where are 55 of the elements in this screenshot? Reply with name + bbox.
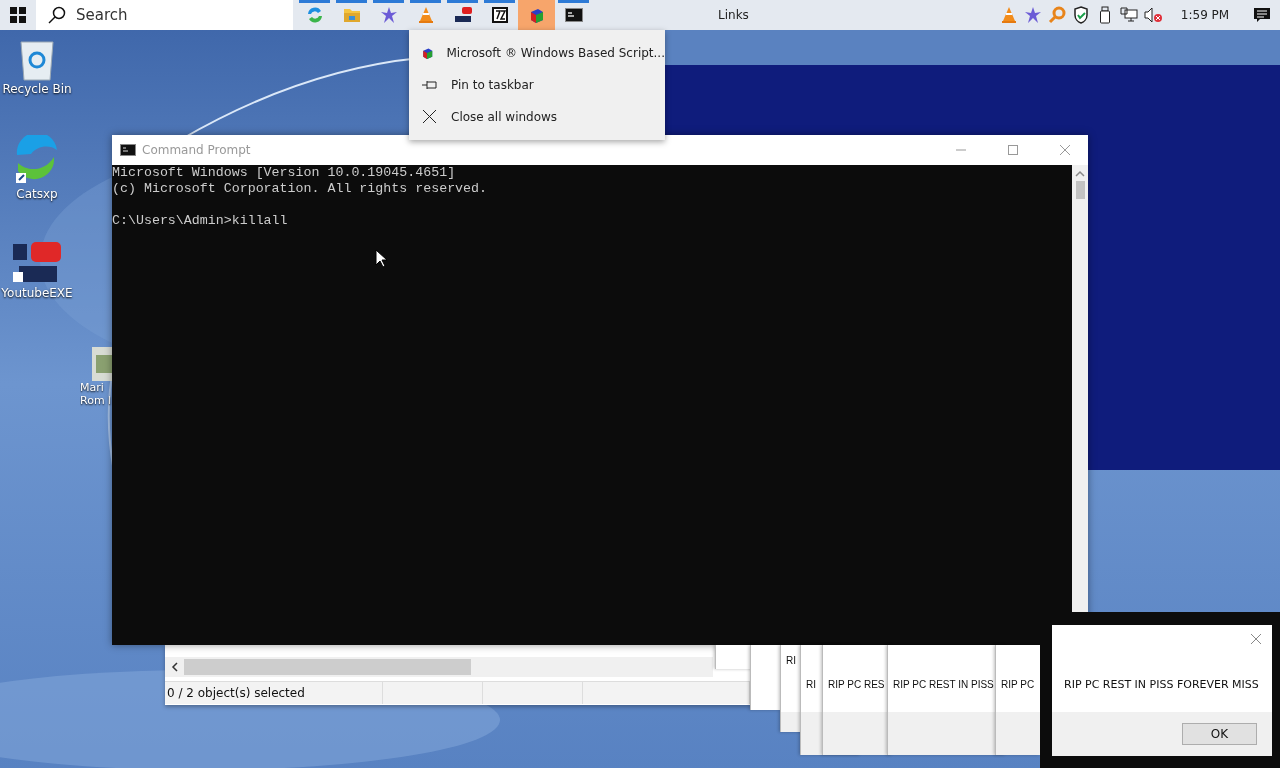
toolbar-label: Links	[718, 8, 749, 22]
clock: 1:59 PM	[1180, 8, 1230, 22]
message-text: RIP PC REST IN PISS FOREVER MISS	[1064, 678, 1259, 691]
browser-icon	[305, 6, 324, 24]
maximize-icon	[1008, 145, 1018, 155]
cursor-icon	[375, 249, 387, 269]
console-icon	[120, 144, 136, 156]
recycle-bin-icon	[17, 38, 57, 82]
folder-icon	[342, 7, 361, 23]
chevron-left-icon[interactable]	[170, 662, 180, 672]
usb-drive-icon	[1098, 6, 1111, 24]
close-icon	[1060, 145, 1070, 155]
cone-icon	[417, 6, 434, 24]
chevron-up-icon[interactable]	[1075, 169, 1085, 179]
icon-label: Rom l	[80, 394, 112, 407]
message-text: RIP PC RES	[828, 679, 885, 690]
shield-icon	[1072, 6, 1089, 24]
console-line: (c) Microsoft Corporation. All rights reserved.	[112, 181, 489, 197]
magnifier-icon	[1047, 6, 1066, 24]
menu-item[interactable]: Pin to taskbar	[409, 69, 665, 101]
menu-label: Pin to taskbar	[451, 78, 534, 92]
status-text: 0 / 2 object(s) selected	[167, 686, 305, 700]
pin-icon	[421, 79, 439, 91]
horizontal-scrollbar[interactable]	[165, 657, 713, 677]
menu-label: Microsoft ® Windows Based Script...	[446, 46, 665, 60]
speaker-muted-icon	[1142, 6, 1163, 24]
menu-item[interactable]: Microsoft ® Windows Based Script...	[409, 37, 665, 69]
search-field[interactable]: Search	[36, 0, 293, 30]
command-line: C:\Users\Admin>killall	[112, 213, 289, 229]
console-line: Microsoft Windows [Version 10.0.19045.4651]	[112, 165, 457, 181]
icon-label: YoutubeEXE	[1, 286, 73, 300]
icon-label: Recycle Bin	[2, 82, 72, 96]
menu-item[interactable]: Close all windows	[409, 101, 665, 133]
message-text: RIP PC	[1001, 679, 1035, 690]
picture-file-icon	[90, 345, 112, 381]
console-icon	[564, 8, 583, 22]
message-text: RI	[786, 655, 796, 666]
menu-label: Close all windows	[451, 110, 558, 124]
close-icon	[1251, 634, 1261, 644]
archive-icon	[490, 6, 509, 24]
ok-button[interactable]: OK	[1182, 723, 1257, 745]
message-text: RI	[806, 679, 816, 690]
scrollbar-thumb[interactable]	[1075, 181, 1085, 199]
close-icon	[421, 110, 439, 124]
search-icon	[48, 6, 66, 24]
message-icon	[1253, 6, 1272, 24]
window-title: Command Prompt	[142, 143, 252, 157]
scrollbar-thumb[interactable]	[184, 659, 471, 675]
cone-icon	[1000, 6, 1017, 24]
close-button[interactable]	[1248, 631, 1264, 647]
windows-logo-icon	[10, 7, 26, 23]
message-text: RIP PC REST IN PISS	[893, 679, 994, 690]
network-icon	[1119, 7, 1138, 23]
icon-label: Catsxp	[16, 187, 58, 201]
icon-label: Mari	[80, 381, 104, 394]
